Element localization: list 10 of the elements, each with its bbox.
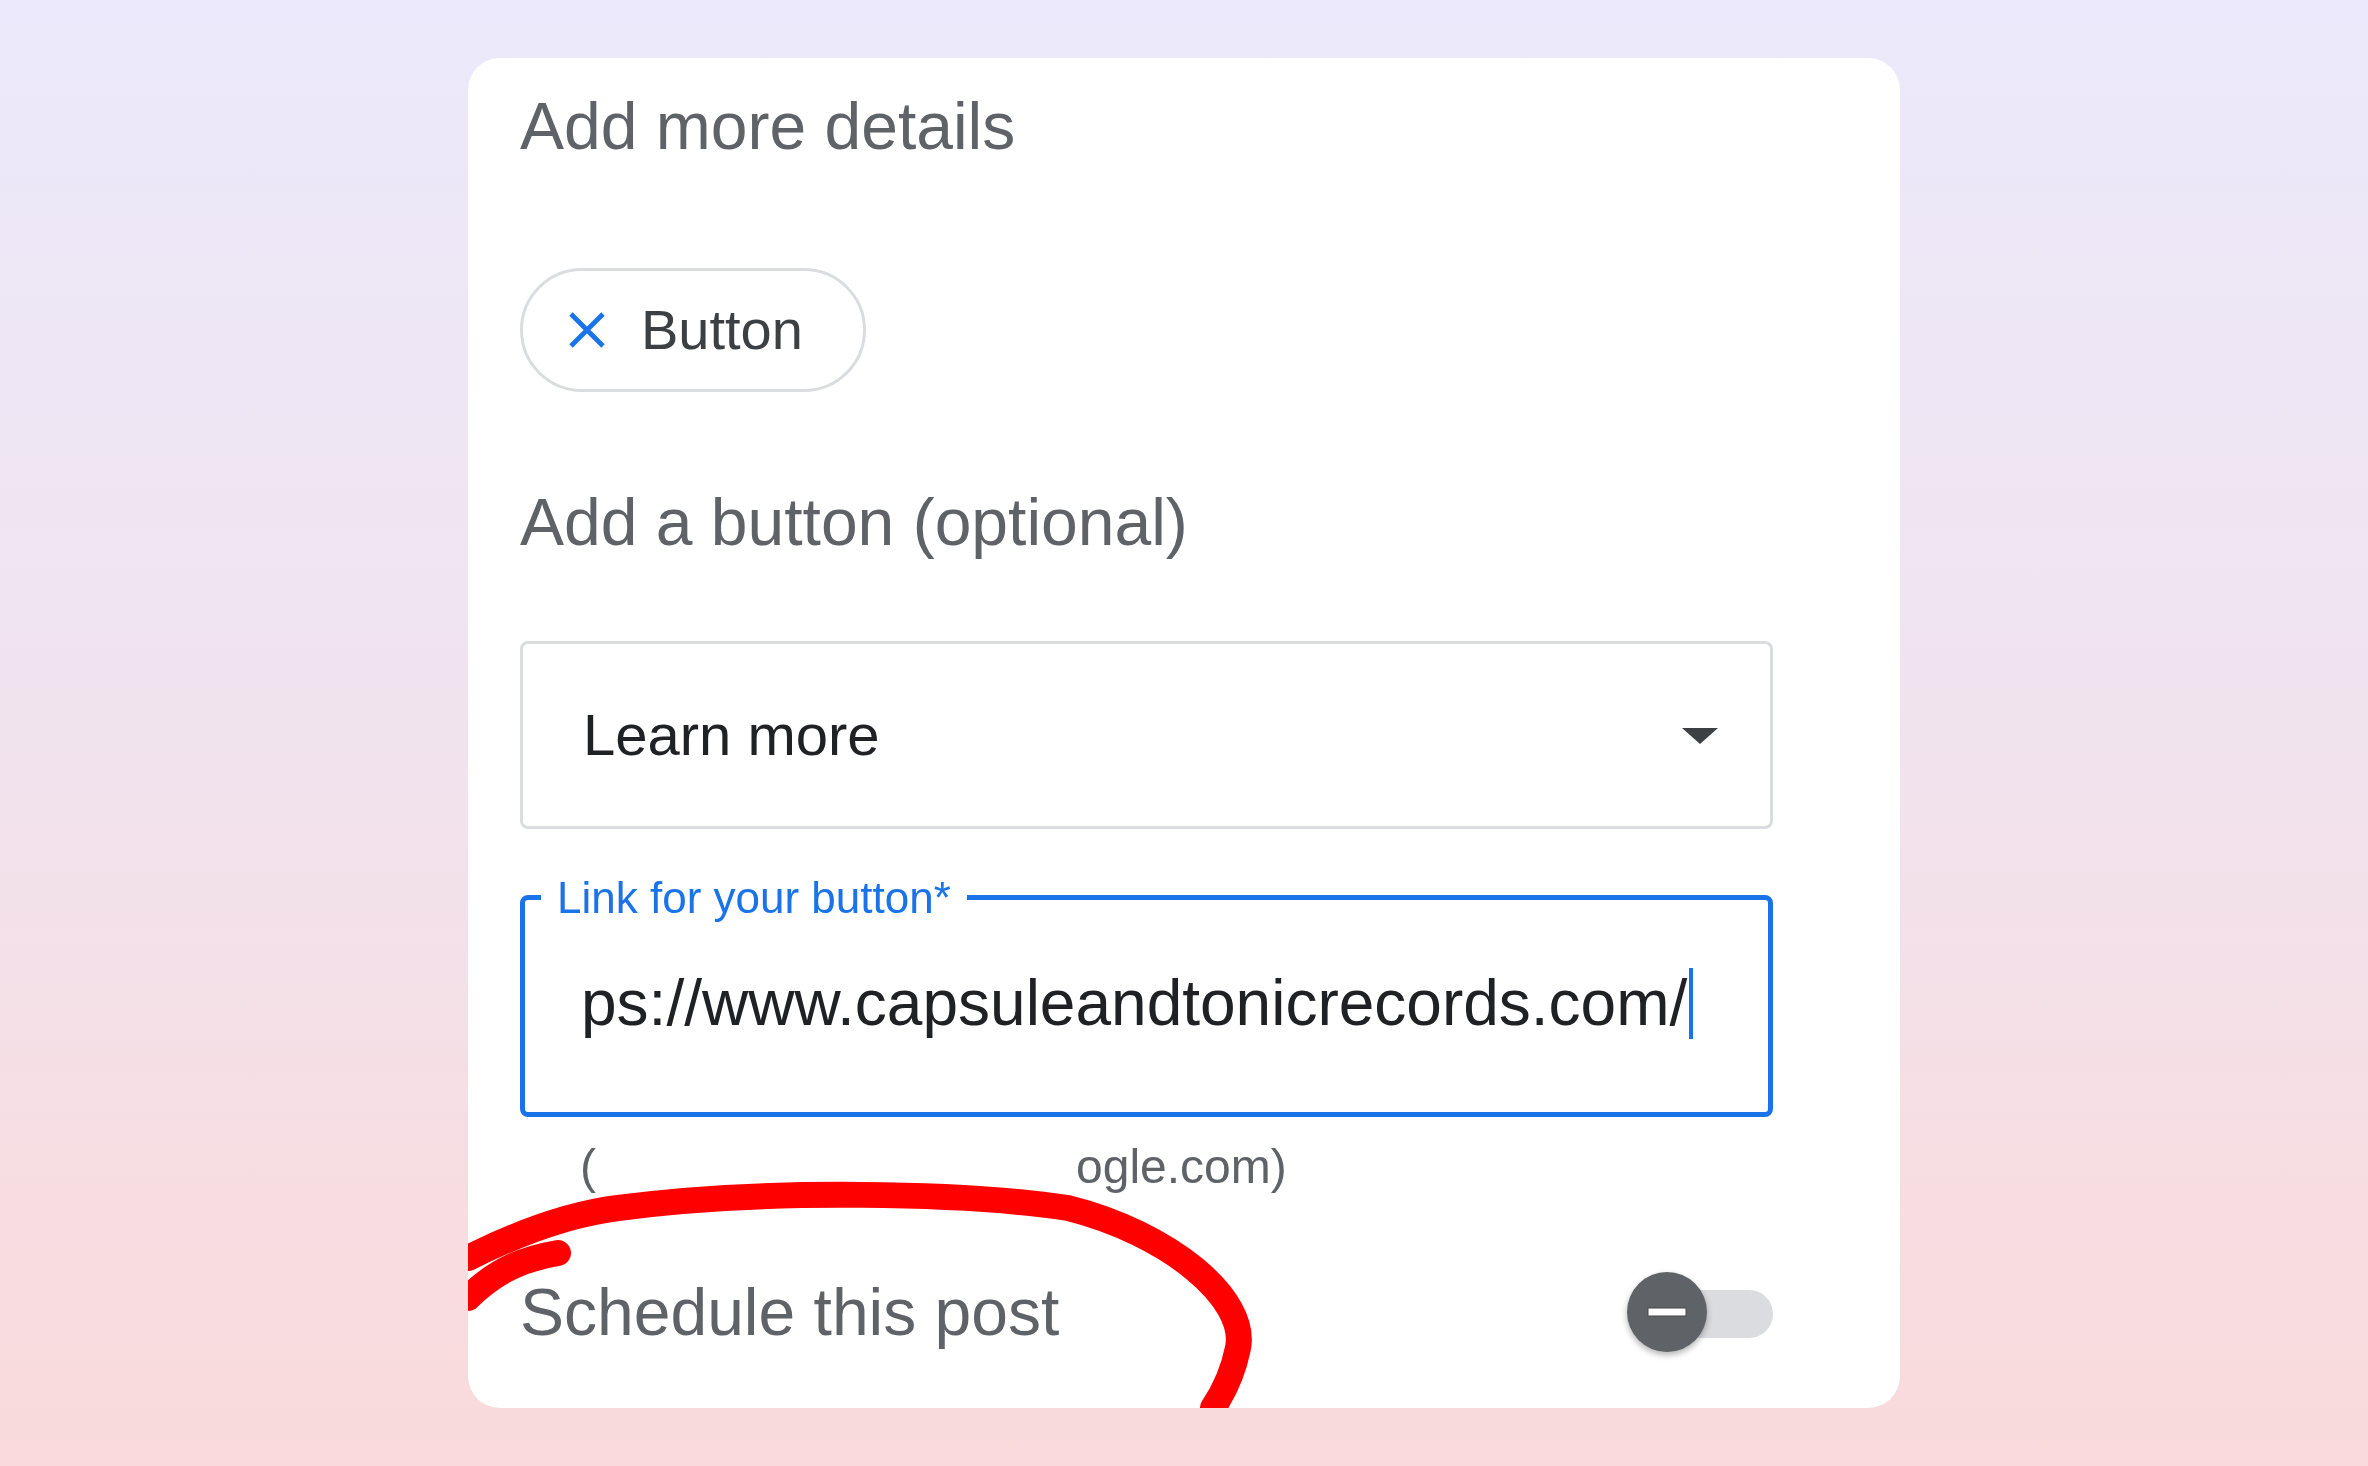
toggle-switch[interactable] bbox=[1627, 1272, 1773, 1353]
helper-text: ( bbox=[580, 1139, 596, 1193]
section-title: Add more details bbox=[520, 88, 1017, 165]
minus-icon bbox=[1647, 1307, 1687, 1318]
section-title: Add a button (optional) bbox=[520, 484, 1189, 562]
field-label: Link for your button* bbox=[556, 871, 952, 924]
dropdown[interactable]: Learn more bbox=[520, 640, 1773, 829]
helper-text: ogle.com) bbox=[1076, 1139, 1287, 1193]
toggle-label: Schedule this post bbox=[520, 1273, 1060, 1351]
chip[interactable]: Button bbox=[520, 268, 866, 393]
